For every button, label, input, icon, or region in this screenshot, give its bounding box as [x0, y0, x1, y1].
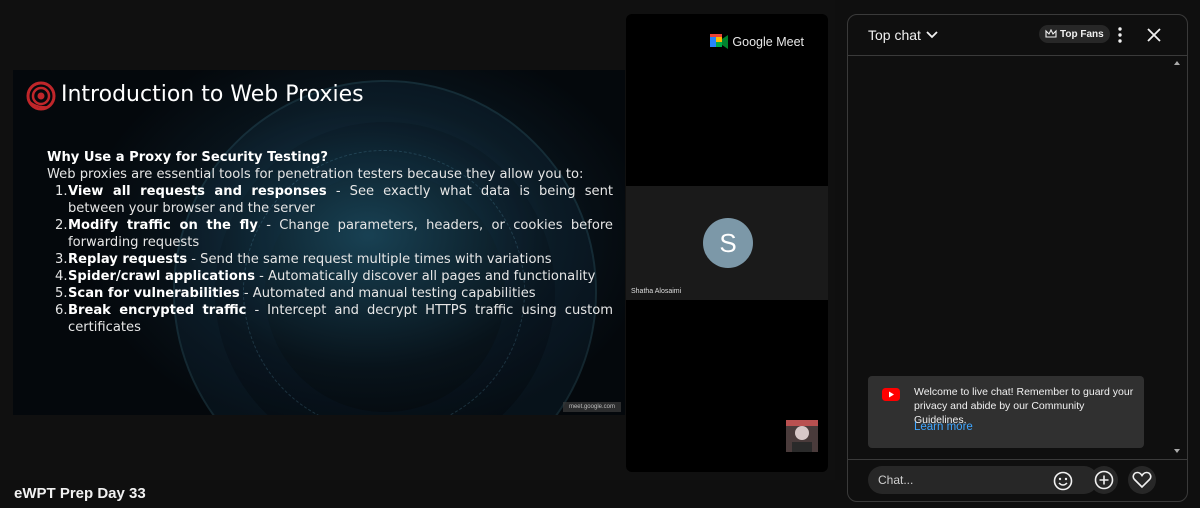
chat-mode-label: Top chat [868, 27, 921, 43]
participant-tile[interactable]: S Shatha Alosaimi [626, 186, 828, 300]
video-player[interactable]: Introduction to Web Proxies Why Use a Pr… [0, 0, 835, 480]
more-options-button[interactable] [1110, 25, 1130, 45]
slide-title: Introduction to Web Proxies [61, 82, 364, 107]
heart-icon [1132, 471, 1152, 489]
chat-mode-dropdown[interactable]: Top chat [868, 27, 939, 43]
super-chat-button[interactable] [1090, 466, 1118, 494]
slide-list: 1. View all requests and responses - See … [47, 183, 613, 336]
slide-body: Why Use a Proxy for Security Testing? We… [47, 149, 613, 336]
chat-footer [848, 459, 1187, 501]
participant-name: Shatha Alosaimi [631, 288, 682, 295]
youtube-icon [882, 388, 900, 401]
avatar: S [703, 218, 753, 268]
chevron-down-icon [926, 31, 938, 39]
close-icon [1147, 28, 1161, 42]
slide-heading: Why Use a Proxy for Security Testing? [47, 150, 329, 165]
top-fans-button[interactable]: Top Fans [1039, 25, 1110, 43]
list-item: 1. View all requests and responses - See … [55, 184, 613, 216]
crown-icon [1045, 29, 1057, 38]
top-fans-label: Top Fans [1060, 28, 1104, 40]
emoji-button[interactable] [1052, 470, 1074, 492]
scroll-down-icon[interactable] [1173, 447, 1181, 455]
list-item: 2. Modify traffic on the fly - Change par… [55, 218, 613, 250]
welcome-message: Welcome to live chat! Remember to guard … [868, 376, 1144, 448]
chat-scrollbar[interactable] [1173, 59, 1181, 455]
person-thumbnail-icon [786, 420, 818, 452]
google-meet-label: Google Meet [732, 35, 804, 49]
add-circle-icon [1094, 470, 1114, 490]
close-chat-button[interactable] [1144, 25, 1164, 45]
live-chat-panel: Top chat Top Fans Welcome to live chat! … [847, 14, 1188, 502]
list-item: 5. Scan for vulnerabilities - Automated a… [55, 286, 536, 301]
presentation-slide: Introduction to Web Proxies Why Use a Pr… [13, 70, 625, 415]
google-meet-logo: Google Meet [710, 34, 804, 50]
more-vert-icon [1118, 27, 1122, 43]
google-meet-icon [710, 34, 729, 49]
emoji-icon [1053, 471, 1073, 491]
chat-header: Top chat Top Fans [848, 15, 1187, 56]
list-item: 6. Break encrypted traffic - Intercept an… [55, 303, 613, 335]
scroll-up-icon[interactable] [1173, 59, 1181, 67]
stream-title: eWPT Prep Day 33 [14, 485, 146, 502]
eye-logo-icon [26, 81, 56, 111]
list-item: 4. Spider/crawl applications - Automatica… [55, 269, 596, 284]
list-item: 3. Replay requests - Send the same reques… [55, 252, 552, 267]
self-video-thumbnail [786, 420, 818, 452]
slide-intro: Web proxies are essential tools for pene… [47, 167, 584, 182]
meet-participants-panel: Google Meet S Shatha Alosaimi [626, 14, 828, 472]
slide-url: meet.google.com [562, 402, 621, 412]
learn-more-link[interactable]: Learn more [914, 421, 973, 433]
thanks-button[interactable] [1128, 466, 1156, 494]
